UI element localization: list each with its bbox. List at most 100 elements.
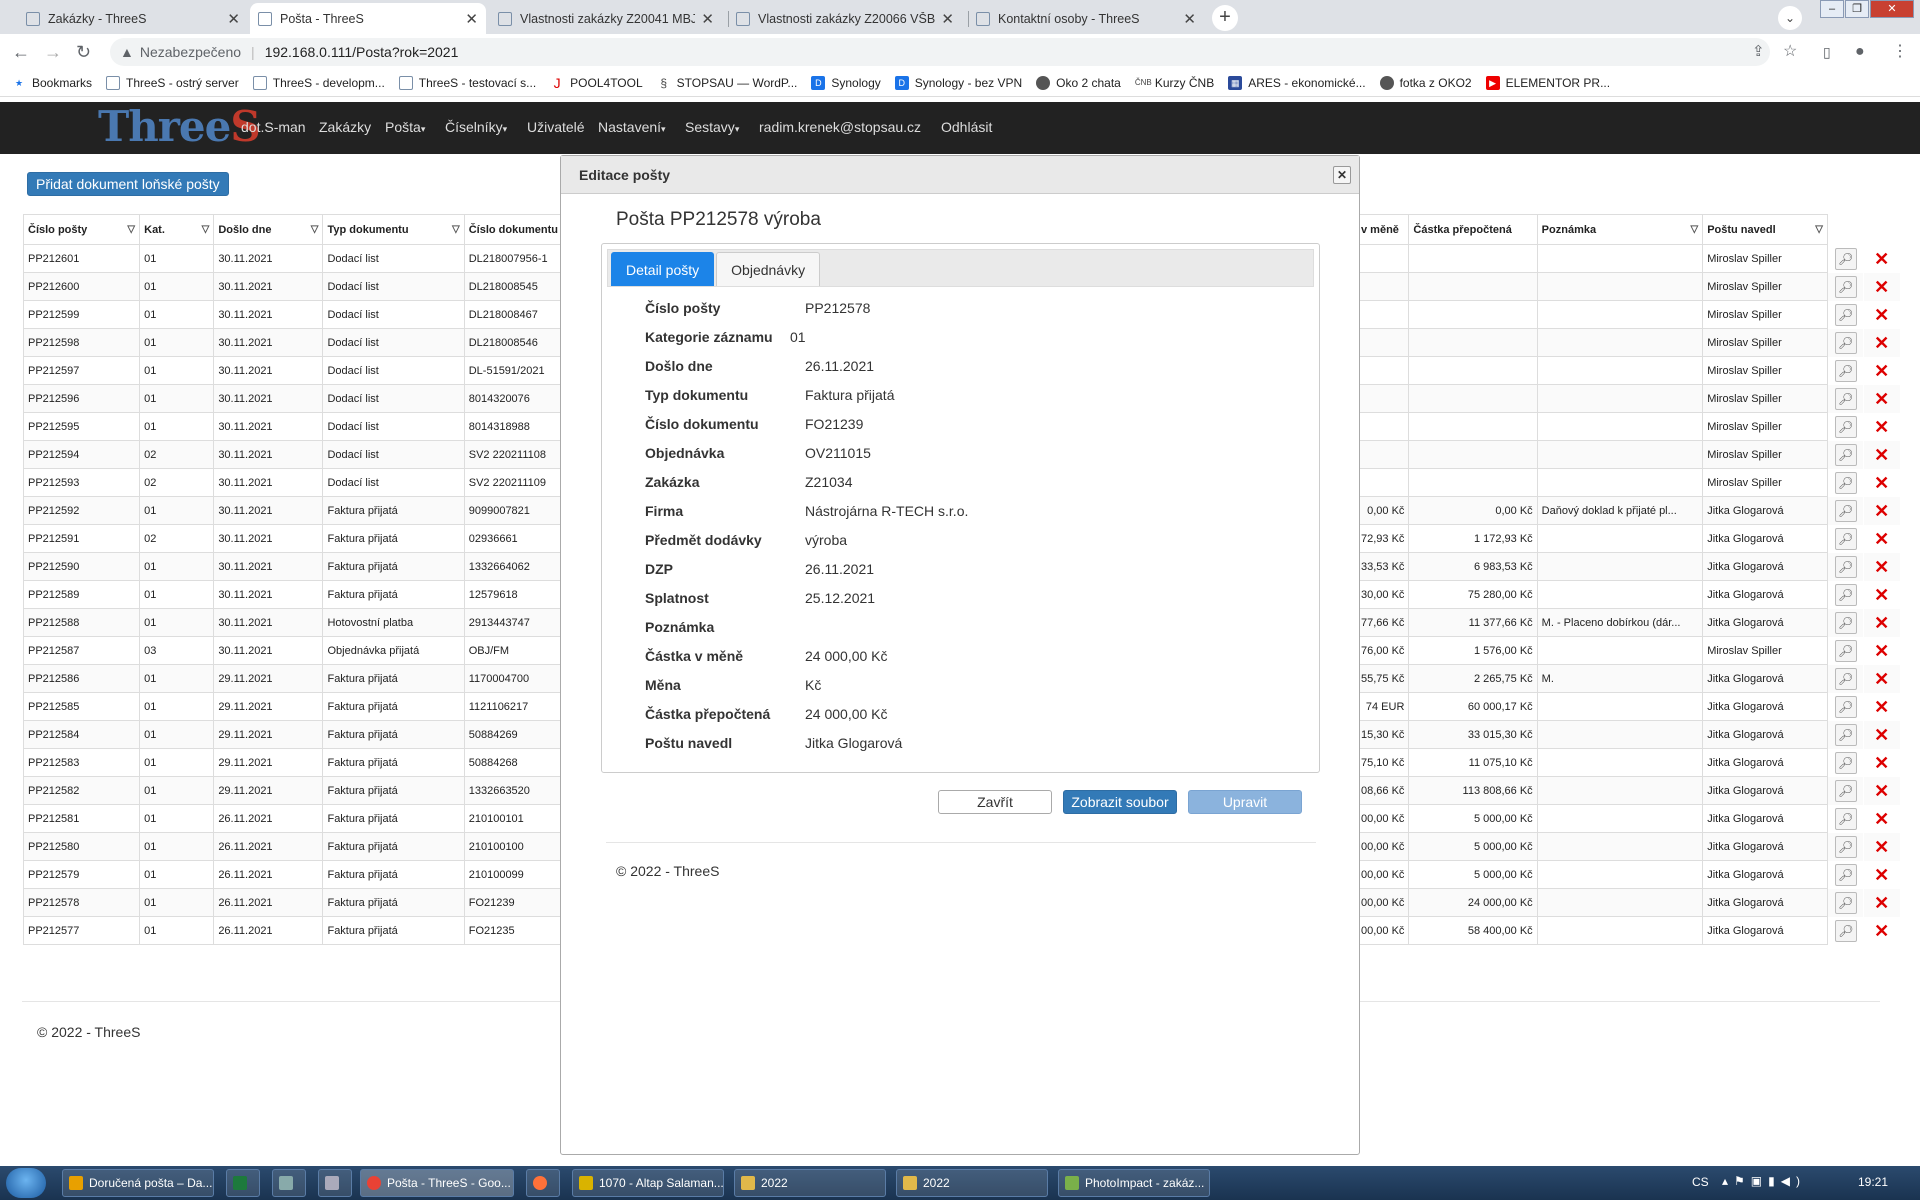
delete-icon[interactable]: ✕ — [1871, 276, 1893, 298]
table-row[interactable]: 00,00 Kč 5 000,00 Kč Jitka Glogarová 🔎︎ ✕ — [1355, 804, 1900, 833]
column-header[interactable]: Došlo dne ▽ — [213, 214, 324, 245]
table-row[interactable]: PP212590 01 30.11.2021 Faktura přijatá 13326… — [22, 552, 564, 581]
bookmark-item[interactable]: ▦ ARES - ekonomické... — [1228, 76, 1366, 90]
table-row[interactable]: 30,00 Kč 75 280,00 Kč Jitka Glogarová 🔎︎ ✕ — [1355, 580, 1900, 609]
warning-icon[interactable]: ▲ — [120, 44, 134, 60]
view-detail-icon[interactable]: 🔎︎ — [1834, 807, 1857, 830]
table-row[interactable]: PP212580 01 26.11.2021 Faktura přijatá 21010… — [22, 832, 564, 861]
taskbar-item-photoimpact[interactable]: PhotoImpact - zakáz... — [1058, 1169, 1210, 1197]
delete-icon[interactable]: ✕ — [1871, 444, 1893, 466]
table-row[interactable]: PP212577 01 26.11.2021 Faktura přijatá FO212… — [22, 916, 564, 945]
table-row[interactable]: PP212587 03 30.11.2021 Objednávka přijatá OB… — [22, 636, 564, 665]
table-row[interactable]: Miroslav Spiller 🔎︎ ✕ — [1355, 384, 1900, 413]
view-detail-icon[interactable]: 🔎︎ — [1834, 611, 1857, 634]
table-row[interactable]: Miroslav Spiller 🔎︎ ✕ — [1355, 272, 1900, 301]
view-detail-icon[interactable]: 🔎︎ — [1834, 891, 1857, 914]
view-detail-icon[interactable]: 🔎︎ — [1834, 387, 1857, 410]
menu-icon[interactable]: ⋮ — [1892, 42, 1908, 62]
tab-search-button[interactable]: ⌄ — [1778, 6, 1802, 30]
taskbar-item-chrome[interactable]: Pošta - ThreeS - Goo... — [360, 1169, 514, 1197]
view-detail-icon[interactable]: 🔎︎ — [1834, 723, 1857, 746]
star-icon[interactable]: ☆ — [1783, 42, 1797, 62]
table-row[interactable]: 77,66 Kč 11 377,66 Kč M. - Placeno dobírko… — [1355, 608, 1900, 637]
delete-icon[interactable]: ✕ — [1871, 360, 1893, 382]
minimize-button[interactable]: – — [1820, 0, 1844, 18]
view-detail-icon[interactable]: 🔎︎ — [1834, 695, 1857, 718]
taskbar-item-outlook[interactable]: Doručená pošta – Da... — [62, 1169, 214, 1197]
taskbar-item-folder[interactable]: 2022 — [734, 1169, 886, 1197]
table-row[interactable]: Miroslav Spiller 🔎︎ ✕ — [1355, 244, 1900, 273]
table-row[interactable]: 74 EUR 60 000,17 Kč Jitka Glogarová 🔎︎ ✕ — [1355, 692, 1900, 721]
table-row[interactable]: PP212594 02 30.11.2021 Dodací list SV2 22021… — [22, 440, 564, 469]
bookmark-item[interactable]: fotka z OKO2 — [1379, 76, 1472, 90]
table-row[interactable]: PP212584 01 29.11.2021 Faktura přijatá 50884… — [22, 720, 564, 749]
table-row[interactable]: PP212601 01 30.11.2021 Dodací list DL2180079… — [22, 244, 564, 273]
tab-objednavky[interactable]: Objednávky — [716, 252, 821, 286]
taskbar-item-tool[interactable] — [318, 1169, 352, 1197]
taskbar-item-salamander[interactable]: 1070 - Altap Salaman... — [572, 1169, 724, 1197]
close-icon[interactable]: ✕ — [465, 10, 478, 28]
nav-logout[interactable]: Odhlásit — [941, 119, 992, 135]
browser-tab[interactable]: Zakázky - ThreeS ✕ — [18, 3, 248, 34]
table-row[interactable]: PP212582 01 29.11.2021 Faktura přijatá 13326… — [22, 776, 564, 805]
view-detail-icon[interactable]: 🔎︎ — [1834, 303, 1857, 326]
browser-tab-active[interactable]: Pošta - ThreeS ✕ — [250, 3, 486, 34]
taskbar-item-folder[interactable]: 2022 — [896, 1169, 1048, 1197]
nav-sestavy[interactable]: Sestavy▾ — [685, 119, 739, 135]
delete-icon[interactable]: ✕ — [1871, 528, 1893, 550]
bookmark-item[interactable]: D Synology - bez VPN — [894, 76, 1022, 90]
clock[interactable]: 19:21 — [1858, 1175, 1888, 1189]
view-detail-icon[interactable]: 🔎︎ — [1834, 639, 1857, 662]
profile-icon[interactable]: ● — [1855, 42, 1865, 62]
new-tab-button[interactable]: + — [1212, 5, 1238, 31]
share-icon[interactable]: ⇪ — [1752, 42, 1765, 62]
delete-icon[interactable]: ✕ — [1871, 864, 1893, 886]
taskbar-item-excel[interactable] — [226, 1169, 260, 1197]
table-row[interactable]: Miroslav Spiller 🔎︎ ✕ — [1355, 440, 1900, 469]
bookmark-item[interactable]: ★ Bookmarks — [12, 76, 92, 90]
table-row[interactable]: 00,00 Kč 5 000,00 Kč Jitka Glogarová 🔎︎ ✕ — [1355, 860, 1900, 889]
delete-icon[interactable]: ✕ — [1871, 388, 1893, 410]
maximize-button[interactable]: ❐ — [1845, 0, 1869, 18]
table-row[interactable]: PP212600 01 30.11.2021 Dodací list DL2180085… — [22, 272, 564, 301]
table-row[interactable]: 00,00 Kč 58 400,00 Kč Jitka Glogarová 🔎︎ ✕ — [1355, 916, 1900, 945]
filter-icon[interactable]: ▽ — [202, 224, 210, 235]
delete-icon[interactable]: ✕ — [1871, 780, 1893, 802]
start-button[interactable] — [6, 1168, 46, 1198]
table-row[interactable]: PP212589 01 30.11.2021 Faktura přijatá 12579… — [22, 580, 564, 609]
filter-icon[interactable]: ▽ — [452, 224, 460, 235]
show-file-button[interactable]: Zobrazit soubor — [1063, 790, 1177, 814]
side-panel-icon[interactable]: ▯ — [1823, 42, 1831, 62]
filter-icon[interactable]: ▽ — [1815, 224, 1823, 235]
delete-icon[interactable]: ✕ — [1871, 248, 1893, 270]
view-detail-icon[interactable]: 🔎︎ — [1834, 779, 1857, 802]
delete-icon[interactable]: ✕ — [1871, 416, 1893, 438]
delete-icon[interactable]: ✕ — [1871, 612, 1893, 634]
table-row[interactable]: Miroslav Spiller 🔎︎ ✕ — [1355, 328, 1900, 357]
table-row[interactable]: PP212581 01 26.11.2021 Faktura přijatá 21010… — [22, 804, 564, 833]
close-icon[interactable]: ✕ — [227, 10, 240, 28]
bookmark-item[interactable]: ThreeS - testovací s... — [398, 76, 536, 90]
table-row[interactable]: PP212585 01 29.11.2021 Faktura přijatá 11211… — [22, 692, 564, 721]
add-last-year-document-button[interactable]: Přidat dokument loňské pošty — [27, 172, 229, 196]
taskbar-item-calculator[interactable] — [272, 1169, 306, 1197]
filter-icon[interactable]: ▽ — [127, 224, 135, 235]
bookmark-item[interactable]: ČNB Kurzy ČNB — [1135, 76, 1214, 90]
column-header[interactable]: Číslo pošty ▽ — [22, 214, 141, 245]
table-row[interactable]: PP212592 01 30.11.2021 Faktura přijatá 90990… — [22, 496, 564, 525]
delete-icon[interactable]: ✕ — [1871, 836, 1893, 858]
view-detail-icon[interactable]: 🔎︎ — [1834, 443, 1857, 466]
view-detail-icon[interactable]: 🔎︎ — [1834, 331, 1857, 354]
table-row[interactable]: 00,00 Kč 5 000,00 Kč Jitka Glogarová 🔎︎ ✕ — [1355, 832, 1900, 861]
nav-nastaveni[interactable]: Nastavení▾ — [598, 119, 666, 135]
column-header[interactable]: Částka přepočtená — [1408, 214, 1538, 245]
delete-icon[interactable]: ✕ — [1871, 304, 1893, 326]
delete-icon[interactable]: ✕ — [1871, 472, 1893, 494]
nav-uzivatele[interactable]: Uživatelé — [527, 119, 585, 135]
delete-icon[interactable]: ✕ — [1871, 696, 1893, 718]
browser-tab[interactable]: Vlastnosti zakázky Z20066 VŠB - ✕ — [728, 3, 962, 34]
delete-icon[interactable]: ✕ — [1871, 752, 1893, 774]
tray-icons[interactable]: ▴⚑▣▮◀) — [1722, 1174, 1806, 1188]
column-header[interactable]: Poznámka ▽ — [1536, 214, 1704, 245]
delete-icon[interactable]: ✕ — [1871, 920, 1893, 942]
